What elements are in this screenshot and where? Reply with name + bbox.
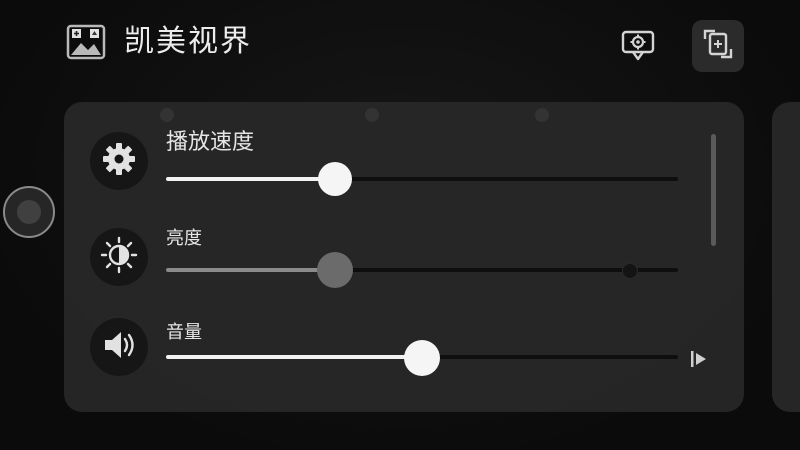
playback-speed-fill [166,177,335,181]
next-panel-edge [772,102,800,412]
speaker-icon [100,326,138,368]
ghost-icon [160,108,174,122]
brightness-icon [99,235,139,279]
ghost-icon [535,108,549,122]
image-gallery-icon [66,24,106,60]
volume-icon-wrap [90,318,148,376]
play-next-icon[interactable] [690,349,708,369]
brightness-default-marker [622,263,638,279]
volume-thumb[interactable] [404,340,440,376]
volume-fill [166,355,422,359]
screenshot-button[interactable] [612,20,664,72]
brightness-icon-wrap [90,228,148,286]
playback-speed-thumb[interactable] [317,162,352,196]
playback-speed-slider[interactable] [166,177,678,181]
brightness-slider[interactable] [166,268,678,272]
gear-icon [101,141,137,181]
volume-label: 音量 [166,322,202,343]
floating-assist-button[interactable] [3,186,55,238]
playback-speed-icon-wrap [90,132,148,190]
rotate-screen-button[interactable] [692,20,744,72]
brightness-label: 亮度 [166,228,202,249]
playback-speed-label: 播放速度 [166,130,255,155]
camera-screenshot-icon [619,25,657,67]
brightness-fill [166,268,335,272]
panel-scrollbar[interactable] [711,134,716,246]
ghost-icon [365,108,379,122]
brightness-thumb[interactable] [316,252,353,288]
app-title: 凯美视界 [124,24,252,59]
video-player-screen: 凯美视界 播放速度 亮度 音量 [0,0,800,450]
screen-rotate-icon [699,25,737,67]
